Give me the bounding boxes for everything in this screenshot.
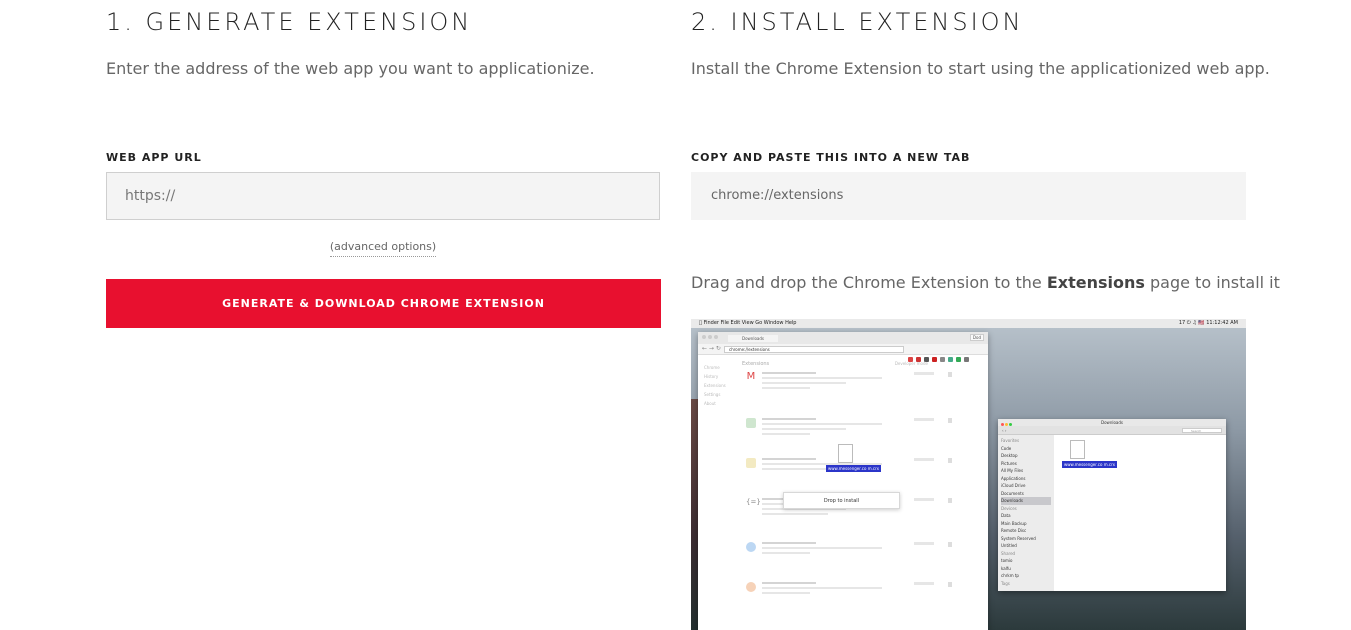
chrome-extensions-url-box[interactable]: chrome://extensions <box>691 172 1246 220</box>
finder-sidebar-header: Devices <box>1001 505 1017 511</box>
finder-sidebar-item: kalfu <box>1001 565 1011 571</box>
chrome-toolbar: ← → ↻ chrome://extensions <box>698 344 988 362</box>
sheets-icon <box>746 418 756 428</box>
drag-text-before: Drag and drop the Chrome Extension to th… <box>691 273 1047 292</box>
copy-paste-label: COPY AND PASTE THIS INTO A NEW TAB <box>691 151 971 164</box>
ext-sidebar-item: Settings <box>704 392 721 397</box>
advanced-options-wrapper: (advanced options) <box>106 235 660 257</box>
generate-download-button[interactable]: GENERATE & DOWNLOAD CHROME EXTENSION <box>106 279 661 328</box>
ext-sidebar-item: Extensions <box>704 383 726 388</box>
messenger-icon <box>746 542 756 552</box>
finder-nav-arrows-icon: ‹ › <box>1002 428 1007 433</box>
trash-icon <box>948 418 952 423</box>
finder-titlebar: Downloads <box>998 419 1226 426</box>
finder-sidebar-item: System Reserved <box>1001 535 1036 541</box>
finder-title: Downloads <box>1101 420 1123 425</box>
advanced-options-link[interactable]: (advanced options) <box>329 240 437 257</box>
apple-icon:  <box>699 320 702 326</box>
window-controls-icon <box>702 335 722 340</box>
step2-description: Install the Chrome Extension to start us… <box>691 59 1270 78</box>
photos-icon <box>746 582 756 592</box>
trash-icon <box>948 372 952 377</box>
slides-icon <box>746 458 756 468</box>
step1-description: Enter the address of the web app you wan… <box>106 59 595 78</box>
finder-sidebar-item: All My Files <box>1001 468 1024 473</box>
finder-sidebar-header: Shared <box>1001 550 1016 556</box>
finder-toolbar: ‹ › Search <box>998 426 1226 443</box>
chrome-tab: Downloads <box>728 335 778 342</box>
dragged-file-label: www.messenger.co m.crx <box>826 465 881 472</box>
finder-sidebar-item: Remote Disc <box>1001 528 1027 533</box>
menubar-items: Finder File Edit View Go Window Help <box>699 320 797 326</box>
finder-sidebar-item: Data <box>1001 513 1011 518</box>
install-demo-image:  Finder File Edit View Go Window Help 1… <box>691 319 1246 630</box>
chrome-profile-button: Dod <box>969 334 984 341</box>
web-app-url-input[interactable] <box>106 172 660 220</box>
chrome-window: Downloads Dod ← → ↻ chrome://extensions … <box>698 332 988 630</box>
finder-sidebar-item-downloads: Downloads <box>1001 497 1051 505</box>
finder-sidebar-item: Documents <box>1001 490 1024 496</box>
json-icon: {=} <box>746 498 761 508</box>
finder-sidebar-item: chrkm tp <box>1001 573 1019 578</box>
finder-sidebar-item: Code <box>1001 445 1012 451</box>
finder-sidebar-item: Untitled <box>1001 543 1017 548</box>
crx-file-icon <box>1070 440 1085 459</box>
chrome-tabbar: Downloads Dod <box>698 332 988 344</box>
finder-sidebar: Favorites Code Desktop Pictures All My F… <box>998 435 1054 591</box>
nav-arrows-icon: ← → ↻ <box>702 345 721 352</box>
finder-sidebar-item: tomio <box>1001 558 1013 563</box>
finder-window: Downloads ‹ › Search Favorites Code Desk… <box>998 419 1226 591</box>
drop-to-install-overlay: Drop to install <box>783 492 900 509</box>
finder-search: Search <box>1182 428 1222 433</box>
trash-icon <box>948 542 952 547</box>
trash-icon <box>948 458 952 463</box>
extension-row: M <box>746 372 956 402</box>
mac-menubar:  Finder File Edit View Go Window Help 1… <box>691 319 1246 328</box>
dragged-file-icon <box>838 444 853 463</box>
drag-text-after: page to install it <box>1144 273 1280 292</box>
extension-row <box>746 542 956 572</box>
trash-icon <box>948 498 952 503</box>
ext-sidebar-item: About <box>704 401 716 406</box>
trash-icon <box>948 582 952 587</box>
developer-mode-label: Developer mode <box>894 361 928 366</box>
ext-sidebar-item: History <box>704 374 719 379</box>
drag-drop-instruction: Drag and drop the Chrome Extension to th… <box>691 273 1280 292</box>
finder-file-area: www.messenger.co m.crx <box>1060 435 1226 591</box>
gmail-icon: M <box>746 371 756 382</box>
finder-sidebar-item: Desktop <box>1001 453 1018 458</box>
chrome-omnibox: chrome://extensions <box>724 346 904 353</box>
finder-sidebar-item: Pictures <box>1001 460 1017 466</box>
web-app-url-label: WEB APP URL <box>106 151 202 164</box>
finder-sidebar-item: iCloud Drive <box>1001 483 1026 488</box>
step1-title: 1. GENERATE EXTENSION <box>106 8 473 36</box>
step2-title: 2. INSTALL EXTENSION <box>691 8 1024 36</box>
ext-sidebar-item: Chrome <box>704 365 720 370</box>
finder-sidebar-item: Main Backup <box>1001 520 1027 526</box>
finder-sidebar-header: Favorites <box>1001 438 1020 443</box>
extensions-sidebar: Chrome History Extensions Settings About <box>698 357 738 414</box>
finder-sidebar-header: Tags <box>1001 580 1010 586</box>
finder-sidebar-item: Applications <box>1001 475 1026 481</box>
crx-file-label: www.messenger.co m.crx <box>1062 461 1117 468</box>
extensions-heading: Extensions <box>742 361 770 367</box>
extension-row <box>746 582 956 612</box>
menubar-status: 17 ⏻ ♫ 🇺🇸 11:12:42 AM <box>1178 320 1238 326</box>
drag-text-extensions: Extensions <box>1046 273 1145 292</box>
